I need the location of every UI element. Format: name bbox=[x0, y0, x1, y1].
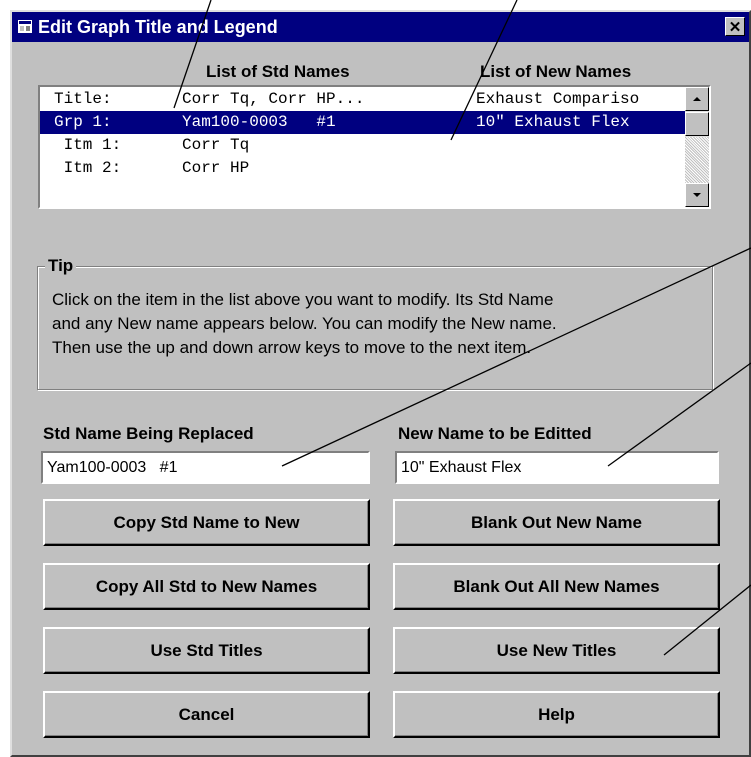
scroll-up-arrow-icon bbox=[693, 97, 701, 101]
row-new-name: Exhaust Compariso bbox=[476, 90, 640, 108]
names-listbox[interactable]: Title: Corr Tq, Corr HP... Exhaust Compa… bbox=[38, 85, 711, 209]
row-std-name: Corr Tq, Corr HP... bbox=[182, 90, 365, 108]
std-name-field[interactable]: Yam100-0003 #1 bbox=[41, 451, 370, 484]
tip-line-1: Click on the item in the list above you … bbox=[52, 290, 554, 309]
list-row-group-1[interactable]: Grp 1: Yam100-0003 #1 10" Exhaust Flex bbox=[40, 111, 685, 134]
window-app-icon bbox=[18, 20, 32, 33]
tip-line-2: and any New name appears below. You can … bbox=[52, 314, 557, 333]
title-bar[interactable]: Edit Graph Title and Legend ✕ bbox=[12, 12, 749, 42]
close-button[interactable]: ✕ bbox=[725, 17, 745, 36]
list-row-item-2[interactable]: Itm 2: Corr HP bbox=[40, 157, 685, 180]
blank-out-all-button[interactable]: Blank Out All New Names bbox=[393, 563, 720, 610]
row-std-name: Yam100-0003 #1 bbox=[182, 113, 336, 131]
scroll-down-arrow-icon bbox=[693, 193, 701, 197]
row-tag: Title: bbox=[54, 90, 112, 108]
tip-line-3: Then use the up and down arrow keys to m… bbox=[52, 338, 532, 357]
copy-all-std-button[interactable]: Copy All Std to New Names bbox=[43, 563, 370, 610]
list-scrollbar[interactable] bbox=[685, 87, 709, 207]
row-new-name: 10" Exhaust Flex bbox=[476, 113, 630, 131]
row-tag: Grp 1: bbox=[54, 113, 112, 131]
row-tag: Itm 1: bbox=[54, 136, 122, 154]
help-button[interactable]: Help bbox=[393, 691, 720, 738]
std-name-label: Std Name Being Replaced bbox=[43, 424, 254, 443]
list-row-item-1[interactable]: Itm 1: Corr Tq bbox=[40, 134, 685, 157]
list-row-title[interactable]: Title: Corr Tq, Corr HP... Exhaust Compa… bbox=[40, 88, 685, 111]
scroll-down-button[interactable] bbox=[685, 183, 709, 207]
use-new-titles-button[interactable]: Use New Titles bbox=[393, 627, 720, 674]
scroll-up-button[interactable] bbox=[685, 87, 709, 111]
row-std-name: Corr HP bbox=[182, 159, 250, 177]
blank-out-new-name-button[interactable]: Blank Out New Name bbox=[393, 499, 720, 546]
new-name-label: New Name to be Editted bbox=[398, 424, 592, 443]
window-title: Edit Graph Title and Legend bbox=[38, 17, 278, 37]
row-std-name: Corr Tq bbox=[182, 136, 250, 154]
new-names-header: List of New Names bbox=[480, 62, 632, 81]
new-name-field[interactable]: 10" Exhaust Flex bbox=[395, 451, 719, 484]
tip-label: Tip bbox=[45, 256, 77, 276]
cancel-button[interactable]: Cancel bbox=[43, 691, 370, 738]
scroll-track[interactable] bbox=[685, 137, 709, 183]
std-names-header: List of Std Names bbox=[206, 62, 350, 81]
row-tag: Itm 2: bbox=[54, 159, 122, 177]
scroll-thumb[interactable] bbox=[685, 112, 709, 136]
copy-std-to-new-button[interactable]: Copy Std Name to New bbox=[43, 499, 370, 546]
use-std-titles-button[interactable]: Use Std Titles bbox=[43, 627, 370, 674]
close-icon: ✕ bbox=[728, 19, 742, 36]
